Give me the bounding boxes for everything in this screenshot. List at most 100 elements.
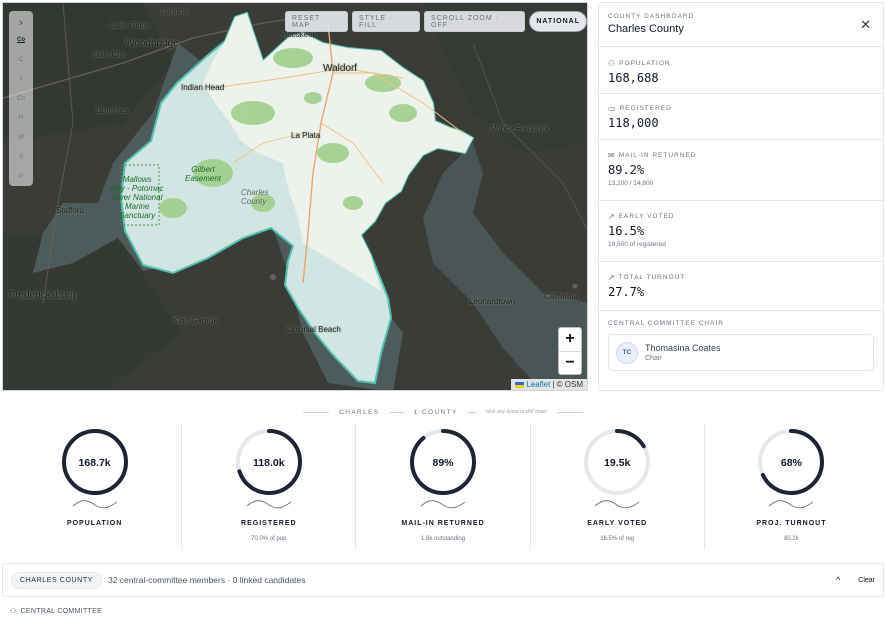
chevron-up-icon[interactable]: ^ <box>836 575 840 585</box>
stat-population: ⚇ POPULATION 168,688 <box>599 47 883 94</box>
map-label-indian-head: Indian Head <box>181 83 225 92</box>
chair-kicker: CENTRAL COMMITTEE CHAIR <box>608 320 724 327</box>
donut-mail-in-returned[interactable]: 89% MAIL-IN RETURNED 1.6k outstanding <box>355 424 529 550</box>
donut-value: 118.0k <box>253 457 285 469</box>
county-map[interactable]: London Lake Ridge Woodbridge Dale City A… <box>2 2 588 391</box>
donut-label: PROJ. TURNOUT <box>756 520 827 527</box>
reset-map-button[interactable]: RESET MAP <box>285 11 348 32</box>
layer-item-co[interactable]: Co <box>17 31 25 51</box>
clear-button[interactable]: Clear <box>858 577 875 584</box>
layer-item-w[interactable]: W <box>18 129 24 149</box>
ukraine-flag-icon <box>515 381 525 388</box>
county-pill[interactable]: CHARLES COUNTY <box>11 571 102 589</box>
stat-value: 89.2% <box>608 163 645 177</box>
county-dashboard-panel: COUNTY DASHBOARD Charles County ✕ ⚇ POPUL… <box>598 2 884 391</box>
map-label-la-plata: La Plata <box>291 131 321 140</box>
map-label-mallows-bay: Mallows Bay - Potomac River National Mar… <box>111 175 164 220</box>
strip-count: 1 COUNTY <box>413 408 458 416</box>
donut-sub: 16.5% of reg <box>600 536 635 542</box>
map-label-colonial-beach: Colonial Beach <box>287 325 341 334</box>
committee-summary: 32 central-committee members · 0 linked … <box>107 575 306 585</box>
donut-proj-turnout[interactable]: 68% PROJ. TURNOUT 80.2k <box>703 424 878 550</box>
chair-name: Thomasina Coates <box>645 343 721 353</box>
panel-header: COUNTY DASHBOARD Charles County ✕ <box>599 3 883 47</box>
sparkline <box>595 500 640 509</box>
stat-early-voted: ↗ EARLY VOTED 16.5% 19,500 of registered <box>599 201 883 262</box>
stat-value: 118,000 <box>608 116 659 130</box>
stat-value: 27.7% <box>608 285 645 299</box>
donut-early-voted[interactable]: 19.5k EARLY VOTED 16.5% of reg <box>529 424 704 550</box>
map-label-dumfries: Dumfries <box>96 106 129 115</box>
map-label-stafford: Stafford <box>56 206 84 215</box>
leaflet-link[interactable]: Leaflet <box>526 380 550 389</box>
map-label-gilbert: Gilbert Easement <box>185 165 222 183</box>
stat-total-turnout: ↗ TOTAL TURNOUT 27.7% <box>599 262 883 311</box>
panel-kicker: COUNTY DASHBOARD <box>608 13 695 20</box>
donut-label: EARLY VOTED <box>587 520 648 527</box>
donut-label: REGISTERED <box>241 520 297 527</box>
layer-rail: › Co C L Cn H W S P <box>9 11 33 186</box>
close-icon[interactable]: ✕ <box>860 17 871 33</box>
osm-attribution: | © OSM <box>552 380 583 389</box>
map-label-waldorf: Waldorf <box>323 63 358 74</box>
map-toolbar: RESET MAP STYLE · FILL SCROLL ZOOM · OFF… <box>285 11 587 32</box>
donut-label: POPULATION <box>66 520 123 527</box>
stat-sub: 19,500 of registered <box>608 241 666 248</box>
donut-registered[interactable]: 118.0k REGISTERED 70.0% of pop <box>181 424 355 550</box>
stat-label: TOTAL TURNOUT <box>618 274 686 281</box>
section-strip: CHARLES 1 COUNTY click any donut to dril… <box>0 406 886 418</box>
divider <box>556 411 583 413</box>
national-button[interactable]: NATIONAL <box>529 11 587 32</box>
stat-label: POPULATION <box>619 60 671 67</box>
stat-label: REGISTERED <box>619 105 672 112</box>
chair-card[interactable]: TC Thomasina Coates Chair <box>608 334 874 371</box>
panel-title: Charles County <box>608 23 684 35</box>
map-label-dale-city: Dale City <box>93 50 126 59</box>
committee-bar: CHARLES COUNTY 32 central-committee memb… <box>2 563 884 597</box>
map-label-king-george: King George <box>173 316 218 325</box>
ballot-box-icon: ▭ <box>608 104 616 113</box>
layer-item-cn[interactable]: Cn <box>17 90 25 110</box>
trending-up-icon: ↗ <box>608 273 615 282</box>
trending-up-icon: ↗ <box>608 212 615 221</box>
stat-label: MAIL-IN RETURNED <box>618 152 697 159</box>
chevron-right-icon[interactable]: › <box>19 15 23 31</box>
layer-item-p[interactable]: P <box>19 168 23 188</box>
donut-label: MAIL-IN RETURNED <box>401 520 485 527</box>
donut-population[interactable]: 168.7k POPULATION <box>8 424 181 550</box>
zoom-out-button[interactable]: − <box>559 351 581 374</box>
map-label-lake-ridge: Lake Ridge <box>110 21 151 30</box>
divider <box>303 411 330 413</box>
section-title: CENTRAL COMMITTEE <box>20 607 103 615</box>
avatar: TC <box>616 341 638 364</box>
stat-registered: ▭ REGISTERED 118,000 <box>599 94 883 140</box>
sparkline <box>72 500 117 509</box>
layer-item-s[interactable]: S <box>19 148 23 168</box>
sparkline <box>421 500 465 509</box>
donut-row: 168.7k POPULATION 118.0k REGISTERED 70.0… <box>8 424 878 550</box>
map-label-california: California <box>544 292 578 301</box>
donut-value: 89% <box>432 457 454 469</box>
sparkline <box>769 500 814 509</box>
chair-role: Chair <box>645 355 662 362</box>
stat-sub: 13,200 / 14,800 <box>608 180 654 187</box>
donut-value: 19.5k <box>604 457 631 469</box>
map-label-london: London <box>161 7 188 16</box>
donut-sub: 1.6k outstanding <box>420 536 466 542</box>
map-label-leonardtown: Leonardtown <box>469 297 516 306</box>
stat-label: EARLY VOTED <box>618 213 675 220</box>
layer-item-h[interactable]: H <box>19 109 23 129</box>
stat-value: 168,688 <box>608 71 659 85</box>
divider <box>389 411 404 413</box>
zoom-in-button[interactable]: + <box>559 328 581 351</box>
map-label-woodbridge: Woodbridge <box>125 38 179 49</box>
strip-county: CHARLES <box>339 408 380 416</box>
donut-value: 168.7k <box>78 457 111 469</box>
central-committee-heading: ⚇ CENTRAL COMMITTEE <box>10 607 103 616</box>
layer-item-l[interactable]: L <box>19 70 22 90</box>
map-label-fredericksburg: Fredericksburg <box>9 290 76 301</box>
scroll-zoom-button[interactable]: SCROLL ZOOM · OFF <box>424 11 526 32</box>
mail-icon: ✉ <box>608 151 615 160</box>
style-fill-button[interactable]: STYLE · FILL <box>351 11 421 32</box>
layer-item-c[interactable]: C <box>19 51 23 71</box>
